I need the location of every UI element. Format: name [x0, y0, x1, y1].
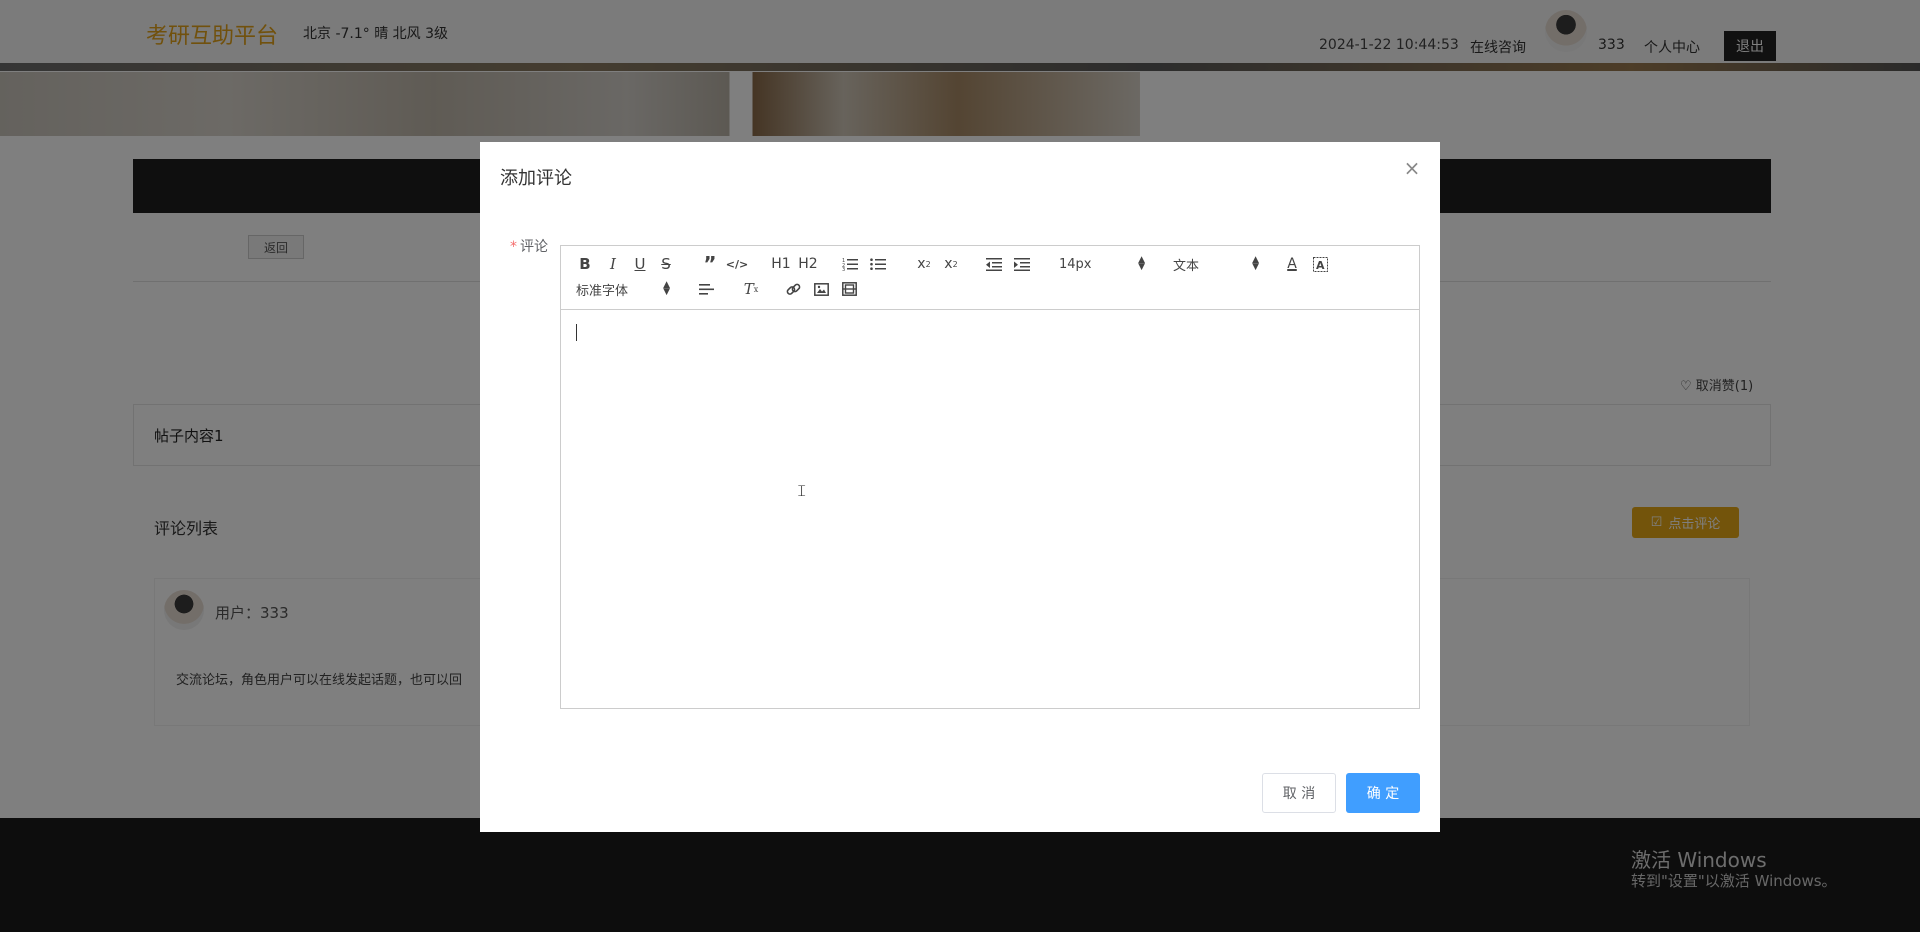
video-icon[interactable]: [840, 279, 858, 299]
dialog-title: 添加评论: [500, 168, 572, 189]
select-arrows-icon: ▲ ▼: [663, 280, 670, 297]
subscript-icon[interactable]: x2: [914, 254, 934, 274]
bullet-list-icon[interactable]: [869, 254, 887, 274]
align-left-icon[interactable]: [697, 279, 715, 299]
italic-icon[interactable]: I: [604, 254, 622, 274]
underline-icon[interactable]: U: [631, 254, 649, 274]
select-arrows-icon: ▲ ▼: [1138, 255, 1145, 272]
text-caret: [576, 324, 577, 341]
background-color-icon[interactable]: A: [1311, 254, 1329, 274]
confirm-button[interactable]: 确 定: [1346, 773, 1420, 813]
font-family-select[interactable]: 标准字体 ▲ ▼: [576, 279, 670, 299]
svg-text:3: 3: [842, 267, 845, 271]
clear-format-icon[interactable]: Tx: [741, 279, 761, 299]
ordered-list-icon[interactable]: 123: [841, 254, 859, 274]
header-select[interactable]: 文本 ▲ ▼: [1173, 254, 1259, 274]
image-icon[interactable]: [812, 279, 830, 299]
indent-icon[interactable]: [1013, 254, 1031, 274]
font-color-icon[interactable]: A: [1283, 254, 1301, 274]
svg-text:A: A: [1316, 259, 1325, 272]
code-block-icon[interactable]: </>: [726, 254, 748, 274]
header-select-value: 文本: [1173, 258, 1200, 274]
required-mark: *: [510, 239, 517, 255]
rich-text-editor: B I U S ” </> H1 H2 123 x2 x2 14px ▲ ▼ 文…: [560, 245, 1420, 709]
font-family-value: 标准字体: [576, 283, 629, 299]
text-cursor-icon: 𝙸: [796, 481, 808, 500]
comment-editor-input[interactable]: 𝙸: [561, 311, 1419, 708]
link-icon[interactable]: [784, 279, 802, 299]
comment-field-label: * 评论: [510, 236, 548, 256]
strikethrough-icon[interactable]: S: [657, 254, 675, 274]
select-arrows-icon: ▲ ▼: [1252, 255, 1259, 272]
blockquote-icon[interactable]: ”: [701, 252, 719, 276]
heading2-icon[interactable]: H2: [797, 254, 819, 274]
outdent-icon[interactable]: [985, 254, 1003, 274]
cancel-button[interactable]: 取 消: [1262, 773, 1336, 813]
close-icon[interactable]: ×: [1402, 158, 1422, 178]
editor-toolbar: B I U S ” </> H1 H2 123 x2 x2 14px ▲ ▼ 文…: [561, 246, 1419, 310]
bold-icon[interactable]: B: [576, 254, 594, 274]
comment-label-text: 评论: [520, 239, 548, 255]
heading1-icon[interactable]: H1: [770, 254, 792, 274]
font-size-select[interactable]: 14px ▲ ▼: [1059, 254, 1145, 274]
superscript-icon[interactable]: x2: [941, 254, 961, 274]
font-size-value: 14px: [1059, 256, 1092, 272]
add-comment-dialog: 添加评论 × * 评论 B I U S ” </> H1 H2 123 x2 x2: [480, 142, 1440, 832]
